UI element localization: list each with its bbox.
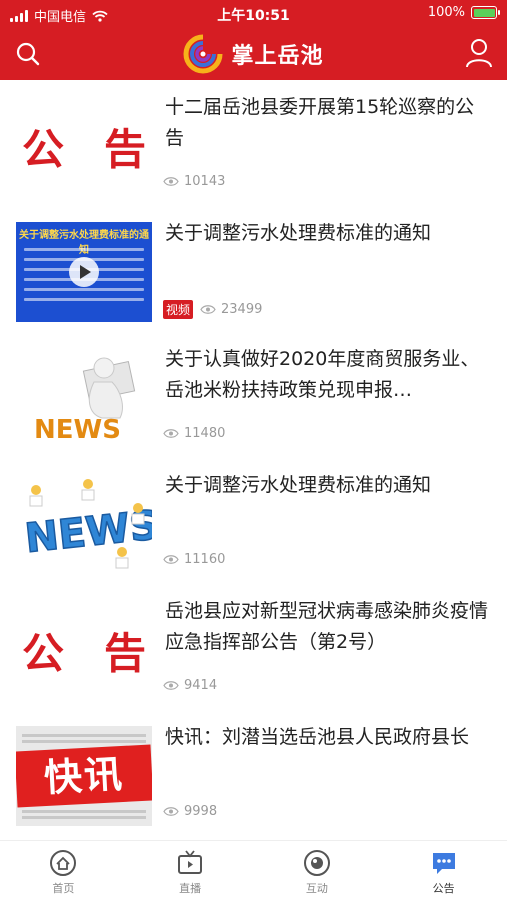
message-icon (432, 853, 455, 874)
news-thumbnail: 快讯 (16, 726, 152, 826)
view-count: 11160 (184, 552, 226, 567)
home-icon (50, 850, 77, 876)
logo-icon (183, 34, 223, 74)
news-meta: 9998 (163, 804, 217, 819)
app-title: 掌上岳池 (231, 44, 324, 69)
video-tag: 视频 (163, 300, 194, 319)
eye-icon (163, 681, 179, 690)
news-art-text: NEWS (34, 415, 121, 445)
app-header: 中国电信 上午10:51 100% 掌上岳池 (0, 0, 507, 80)
news-item[interactable]: 关于调整污水处理费标准的通知 关于调整污水处理费标准的通知 视频 23499 (0, 206, 507, 332)
status-bar: 中国电信 上午10:51 100% (0, 0, 507, 28)
news-title[interactable]: 岳池县应对新型冠状病毒感染肺炎疫情 应急指挥部公告（第2号） (165, 596, 489, 658)
news-thumbnail: 公告 (16, 600, 152, 700)
news-thumbnail: NEWS (16, 348, 152, 448)
tab-interact[interactable]: 互动 (254, 841, 381, 900)
eye-icon (163, 177, 179, 186)
news-title[interactable]: 关于调整污水处理费标准的通知 (165, 470, 489, 501)
news-thumbnail: 公告 (16, 96, 152, 196)
news-reader-illustration: NEWS (34, 357, 136, 445)
tab-label: 首页 (52, 882, 75, 895)
flash-news-text: 快讯 (16, 744, 152, 808)
battery-icon (471, 6, 500, 19)
news-meta: 10143 (163, 174, 225, 189)
tab-notice[interactable]: 公告 (380, 841, 507, 900)
tab-label: 直播 (179, 882, 202, 895)
brand: 掌上岳池 (0, 32, 507, 76)
eye-icon (163, 429, 179, 438)
news-feed: 公告 十二届岳池县委开展第15轮巡察的公告 10143 关于调整污水处理费标准的… (0, 80, 507, 840)
news-title[interactable]: 关于调整污水处理费标准的通知 (165, 218, 489, 249)
video-thumbnail: 关于调整污水处理费标准的通知 (16, 222, 152, 322)
tv-icon (178, 850, 203, 874)
notice-glyph: 公告 (22, 124, 146, 174)
notice-thumbnail-text: 公告 (16, 600, 152, 700)
notice-thumbnail-text: 公告 (16, 96, 152, 196)
nav-bar: 掌上岳池 (0, 28, 507, 80)
view-count: 9998 (184, 804, 218, 819)
view-count: 23499 (221, 302, 263, 317)
tab-bar: 首页 直播 互动 公告 (0, 840, 507, 900)
eye-icon (163, 555, 179, 564)
view-count: 10143 (184, 174, 226, 189)
news-meta: 11160 (163, 552, 225, 567)
news-title[interactable]: 十二届岳池县委开展第15轮巡察的公告 (165, 92, 489, 154)
user-icon[interactable] (465, 38, 493, 68)
news-meta: 11480 (163, 426, 225, 441)
view-count: 11480 (184, 426, 226, 441)
tab-label: 互动 (305, 882, 328, 895)
news-3d-text: NEWS (23, 502, 152, 562)
news-item[interactable]: 公告 岳池县应对新型冠状病毒感染肺炎疫情 应急指挥部公告（第2号） 9414 (0, 584, 507, 710)
news-title[interactable]: 快讯：刘潜当选岳池县人民政府县长 (165, 722, 489, 753)
news-item[interactable]: 快讯 快讯：刘潜当选岳池县人民政府县长 9998 (0, 710, 507, 836)
notice-glyph: 公告 (22, 628, 146, 678)
news-item[interactable]: NEWS 关于调整污水处理费标准的通知 11160 (0, 458, 507, 584)
eye-icon (163, 807, 179, 816)
view-count: 9414 (184, 678, 218, 693)
news-title[interactable]: 关于认真做好2020年度商贸服务业、岳池米粉扶持政策兑现申报… (165, 344, 489, 406)
news-meta: 视频 23499 (163, 300, 262, 319)
eye-icon (200, 305, 216, 314)
tab-live[interactable]: 直播 (127, 841, 254, 900)
news-item[interactable]: NEWS 关于认真做好2020年度商贸服务业、岳池米粉扶持政策兑现申报… 114… (0, 332, 507, 458)
tab-label: 公告 (432, 882, 455, 895)
interact-icon (303, 850, 330, 876)
news-3d-illustration: NEWS (22, 479, 152, 569)
news-meta: 9414 (163, 678, 217, 693)
play-icon[interactable] (69, 257, 99, 287)
news-item[interactable]: 公告 十二届岳池县委开展第15轮巡察的公告 10143 (0, 80, 507, 206)
tab-home[interactable]: 首页 (0, 841, 127, 900)
news-thumbnail: NEWS (16, 474, 152, 574)
battery-percent: 100% (427, 5, 465, 20)
